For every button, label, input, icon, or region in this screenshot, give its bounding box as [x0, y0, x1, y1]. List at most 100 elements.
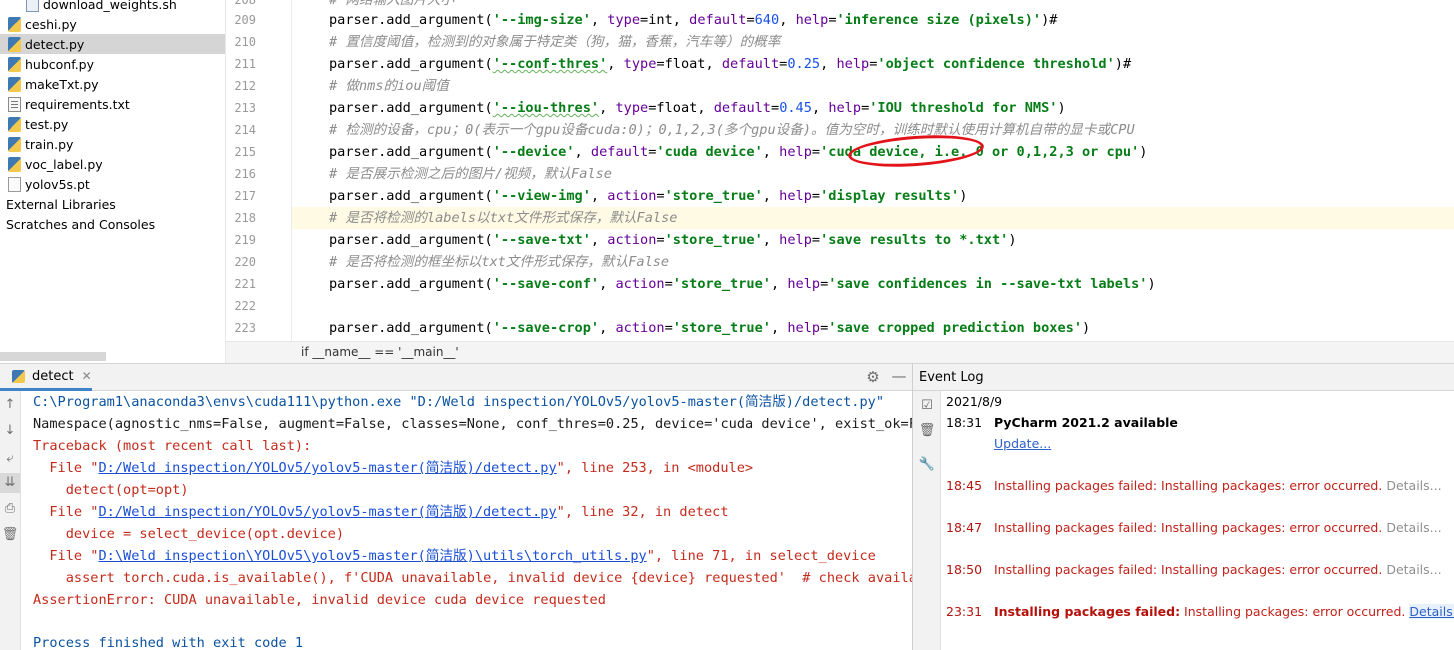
event-message: Installing packages failed: Installing p…	[994, 604, 1406, 619]
console-line: AssertionError: CUDA unavailable, invali…	[33, 592, 606, 608]
console-output[interactable]: C:\Program1\anaconda3\envs\cuda111\pytho…	[21, 391, 912, 650]
tree-item-ceshi[interactable]: ceshi.py	[0, 14, 225, 34]
tab-label: detect	[32, 368, 74, 384]
python-run-icon	[12, 369, 25, 383]
file-link[interactable]: D:/Weld inspection/YOLOv5/yolov5-master(…	[98, 460, 556, 476]
code-line-216: # 是否展示检测之后的图片/视频，默认False	[329, 166, 612, 182]
tree-item-label: detect.py	[25, 36, 85, 52]
arrow-up-icon[interactable]: ↑	[0, 395, 20, 415]
wrench-icon[interactable]: 🔧	[917, 455, 937, 475]
console-line: File "D:/Weld inspection/YOLOv5/yolov5-m…	[33, 460, 754, 476]
line-number: 209	[234, 13, 256, 27]
tree-item-requirements[interactable]: requirements.txt	[0, 94, 225, 114]
tree-item-test[interactable]: test.py	[0, 114, 225, 134]
event-time: 18:47	[946, 520, 983, 535]
line-number: 217	[234, 189, 256, 203]
horizontal-scrollbar[interactable]	[0, 352, 106, 361]
console-line: Process finished with exit code 1	[33, 635, 304, 650]
line-number: 213	[234, 101, 256, 115]
gear-icon[interactable]: ⚙	[864, 368, 882, 386]
code-line-214: # 检测的设备，cpu；0(表示一个gpu设备cuda:0)；0,1,2,3(多…	[329, 122, 1135, 138]
console-line: C:\Program1\anaconda3\envs\cuda111\pytho…	[33, 394, 885, 410]
details-link[interactable]: Details...	[1386, 562, 1441, 577]
console-line: assert torch.cuda.is_available(), f'CUDA…	[33, 570, 912, 586]
details-link[interactable]: Details...	[1409, 604, 1454, 619]
event-title: PyCharm 2021.2 available	[994, 415, 1178, 430]
event-entry: 18:50 Installing packages failed: Install…	[946, 562, 1442, 577]
code-line-220: # 是否将检测的框坐标以txt文件形式保存，默认False	[329, 254, 670, 270]
scroll-to-end-icon[interactable]: ⇊	[0, 473, 20, 493]
console-line: detect(opt=opt)	[33, 482, 189, 498]
code-line-221: parser.add_argument('--save-conf', actio…	[329, 276, 1156, 292]
python-file-icon	[8, 156, 21, 172]
text-file-icon	[8, 96, 21, 112]
tab-detect[interactable]: detect ✕	[0, 364, 92, 391]
file-link[interactable]: D:/Weld inspection/YOLOv5/yolov5-master(…	[98, 504, 556, 520]
code-line-213: parser.add_argument('--iou-thres', type=…	[329, 100, 1066, 116]
console-line: device = select_device(opt.device)	[33, 526, 344, 542]
line-number: 215	[234, 145, 256, 159]
line-number: 220	[234, 255, 256, 269]
python-file-icon	[8, 136, 21, 152]
tree-item-label: voc_label.py	[25, 156, 103, 172]
tree-item-external-libraries[interactable]: External Libraries	[0, 194, 225, 214]
tree-item-label: requirements.txt	[25, 96, 130, 112]
tree-item-label: download_weights.sh	[43, 0, 177, 12]
breadcrumb[interactable]: if __name__ == '__main__'	[226, 341, 1454, 363]
event-time: 23:31	[946, 604, 983, 619]
line-number: 212	[234, 79, 256, 93]
tree-item-label: ceshi.py	[25, 16, 77, 32]
code-editor[interactable]: 208 209 210 211 212 213 214 215 216 217 …	[226, 0, 1454, 363]
event-time: 18:45	[946, 478, 983, 493]
event-message: Installing packages failed: Installing p…	[994, 520, 1383, 535]
event-log-toolbar: ☑ 🗑 🔧	[913, 391, 941, 650]
event-entry: 18:45 Installing packages failed: Install…	[946, 478, 1442, 493]
minimize-icon[interactable]: —	[890, 368, 908, 386]
line-number: 210	[234, 35, 256, 49]
line-number: 216	[234, 167, 256, 181]
tree-item-download-weights[interactable]: download_weights.sh	[0, 0, 225, 14]
python-file-icon	[8, 76, 21, 92]
tree-item-label: train.py	[25, 136, 74, 152]
trash-icon[interactable]: 🗑	[0, 525, 20, 545]
line-number: 218	[234, 211, 256, 225]
trash-icon[interactable]: 🗑	[917, 421, 937, 441]
shell-file-icon	[26, 0, 39, 12]
code-line-211: parser.add_argument('--conf-thres', type…	[329, 56, 1132, 72]
details-link[interactable]: Details...	[1386, 478, 1441, 493]
code-line-215: parser.add_argument('--device', default=…	[329, 144, 1148, 160]
tree-item-train[interactable]: train.py	[0, 134, 225, 154]
line-number: 221	[234, 277, 256, 291]
code-line-218-current: # 是否将检测的labels以txt文件形式保存，默认False	[292, 207, 1454, 229]
python-file-icon	[8, 56, 21, 72]
tree-item-detect[interactable]: detect.py	[0, 34, 225, 54]
code-line-212: # 做nms的iou阈值	[329, 78, 449, 94]
tree-item-scratches[interactable]: Scratches and Consoles	[0, 214, 225, 234]
tree-item-voc-label[interactable]: voc_label.py	[0, 154, 225, 174]
console-line: Namespace(agnostic_nms=False, augment=Fa…	[33, 416, 912, 432]
tree-item-label: External Libraries	[6, 196, 116, 212]
line-number: 219	[234, 233, 256, 247]
tree-item-yolov5s[interactable]: yolov5s.pt	[0, 174, 225, 194]
update-link[interactable]: Update...	[994, 436, 1051, 451]
tree-item-maketxt[interactable]: makeTxt.py	[0, 74, 225, 94]
file-link[interactable]: D:\Weld inspection\YOLOv5\yolov5-master(…	[98, 548, 646, 564]
tree-item-hubconf[interactable]: hubconf.py	[0, 54, 225, 74]
event-entry: 18:47 Installing packages failed: Install…	[946, 520, 1442, 535]
arrow-down-icon[interactable]: ↓	[0, 421, 20, 441]
event-update-row: Update...	[994, 436, 1051, 451]
code-line-217: parser.add_argument('--view-img', action…	[329, 188, 968, 204]
run-toolbar: ↑ ↓ ⤶ ⇊ ⎙ 🗑	[0, 391, 21, 650]
event-log-header: Event Log	[913, 363, 1454, 391]
mark-read-icon[interactable]: ☑	[917, 396, 937, 416]
details-link[interactable]: Details...	[1386, 520, 1441, 535]
code-line-223: parser.add_argument('--save-crop', actio…	[329, 320, 1091, 336]
code-line-209: parser.add_argument('--img-size', type=i…	[329, 12, 1058, 28]
close-icon[interactable]: ✕	[82, 369, 92, 383]
print-icon[interactable]: ⎙	[0, 499, 20, 519]
soft-wrap-icon[interactable]: ⤶	[0, 449, 20, 469]
project-tree-panel: download_weights.sh ceshi.py detect.py h…	[0, 0, 226, 363]
console-line: Traceback (most recent call last):	[33, 438, 312, 454]
tree-item-label: makeTxt.py	[25, 76, 99, 92]
